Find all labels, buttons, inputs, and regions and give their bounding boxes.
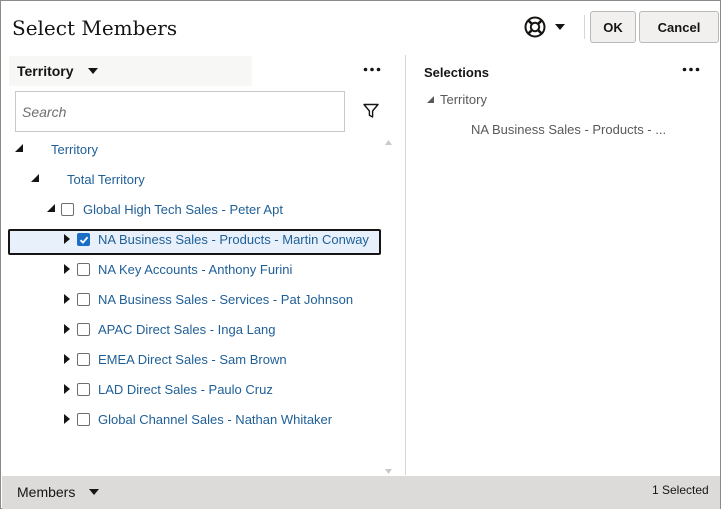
tree-node-label: NA Key Accounts - Anthony Furini — [98, 261, 293, 277]
dialog-title: Select Members — [12, 16, 178, 40]
caret-down-icon[interactable] — [88, 68, 98, 74]
member-checkbox[interactable] — [61, 203, 74, 216]
ok-button[interactable]: OK — [590, 11, 636, 43]
expanded-triangle-icon[interactable] — [31, 174, 39, 182]
tree-node-global-channel[interactable]: Global Channel Sales - Nathan Whitaker — [98, 408, 332, 430]
tree-node-label: Total Territory — [67, 171, 145, 187]
collapsed-triangle-icon[interactable] — [64, 414, 70, 424]
expanded-triangle-icon[interactable] — [15, 144, 23, 152]
tree-node-na-business-products[interactable]: NA Business Sales - Products - Martin Co… — [98, 228, 369, 250]
tree-node-label: EMEA Direct Sales - Sam Brown — [98, 351, 287, 367]
caret-down-icon — [555, 24, 565, 30]
members-view-selector[interactable]: Members — [17, 484, 75, 500]
footer-bar — [2, 476, 720, 509]
select-members-dialog: Select Members OK Cancel Territory Searc… — [0, 0, 721, 509]
selections-dimension: Territory — [440, 92, 487, 107]
tree-node-label: Global Channel Sales - Nathan Whitaker — [98, 411, 333, 427]
selection-item[interactable]: NA Business Sales - Products - ... — [471, 122, 666, 137]
tree-node-na-key-accounts[interactable]: NA Key Accounts - Anthony Furini — [98, 258, 292, 280]
tree-node-label: Global High Tech Sales - Peter Apt — [83, 201, 283, 217]
caret-down-icon[interactable] — [89, 489, 99, 495]
search-input[interactable] — [15, 91, 345, 132]
help-menu-button[interactable] — [524, 15, 565, 39]
selections-title: Selections — [424, 65, 490, 80]
collapsed-triangle-icon[interactable] — [64, 264, 70, 274]
tree-node-label: NA Business Sales - Services - Pat Johns… — [98, 291, 354, 307]
collapsed-triangle-icon[interactable] — [64, 324, 70, 334]
lifebuoy-icon — [524, 16, 546, 38]
expanded-triangle-icon[interactable] — [47, 204, 55, 212]
member-checkbox[interactable] — [77, 323, 90, 336]
tree-node-global-high-tech[interactable]: Global High Tech Sales - Peter Apt — [83, 198, 283, 220]
expanded-triangle-icon[interactable] — [427, 96, 434, 103]
tree-node-na-business-services[interactable]: NA Business Sales - Services - Pat Johns… — [98, 288, 353, 310]
collapsed-triangle-icon[interactable] — [64, 294, 70, 304]
collapsed-triangle-icon[interactable] — [64, 234, 70, 244]
panel-divider — [405, 55, 406, 475]
member-checkbox[interactable] — [77, 383, 90, 396]
scroll-up-icon[interactable] — [385, 140, 392, 145]
collapsed-triangle-icon[interactable] — [64, 354, 70, 364]
member-checkbox-checked[interactable] — [77, 233, 90, 246]
tree-node-label: LAD Direct Sales - Paulo Cruz — [98, 381, 273, 397]
more-options-icon[interactable] — [682, 67, 700, 72]
collapsed-triangle-icon[interactable] — [64, 384, 70, 394]
filter-icon[interactable] — [363, 103, 379, 119]
tree-node-emea-direct[interactable]: EMEA Direct Sales - Sam Brown — [98, 348, 287, 370]
member-checkbox[interactable] — [77, 293, 90, 306]
tree-node-label: Territory — [51, 141, 98, 157]
tree-node-apac-direct[interactable]: APAC Direct Sales - Inga Lang — [98, 318, 276, 340]
dimension-label[interactable]: Territory — [17, 63, 74, 79]
more-options-icon[interactable] — [363, 67, 381, 72]
cancel-button[interactable]: Cancel — [639, 11, 719, 43]
tree-node-label: APAC Direct Sales - Inga Lang — [98, 321, 276, 337]
tree-node-lad-direct[interactable]: LAD Direct Sales - Paulo Cruz — [98, 378, 273, 400]
tree-node-total-territory[interactable]: Total Territory — [67, 168, 145, 190]
header-divider — [584, 15, 585, 39]
scroll-down-icon[interactable] — [385, 469, 392, 474]
member-checkbox[interactable] — [77, 263, 90, 276]
tree-node-territory[interactable]: Territory — [51, 138, 98, 160]
member-checkbox[interactable] — [77, 353, 90, 366]
member-checkbox[interactable] — [77, 413, 90, 426]
selected-count: 1 Selected — [652, 483, 709, 497]
tree-node-label: NA Business Sales - Products - Martin Co… — [98, 231, 369, 247]
check-icon — [79, 236, 89, 244]
